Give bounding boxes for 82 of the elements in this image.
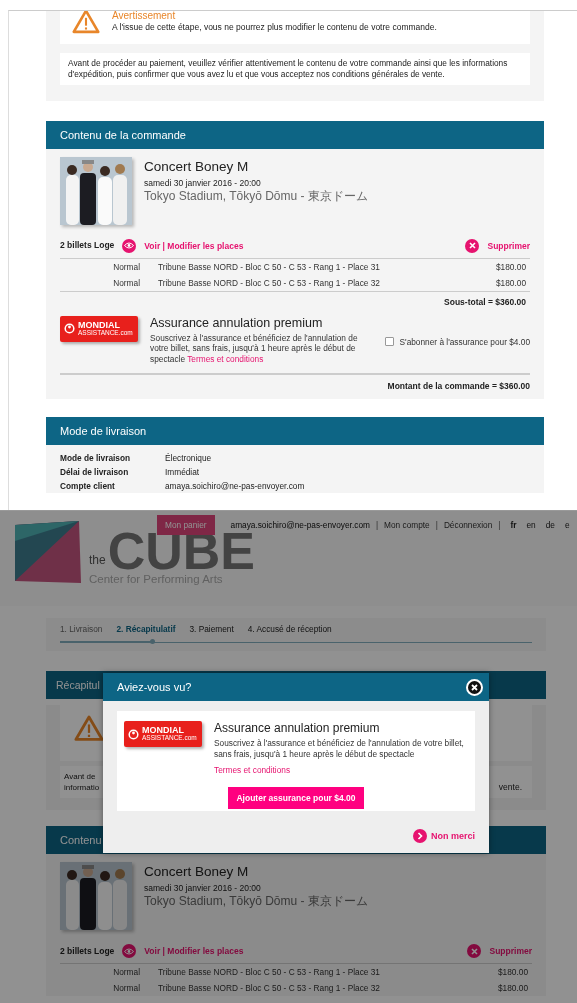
insurance-title: Assurance annulation premium — [214, 721, 381, 735]
step-tab[interactable]: 1. Livraison — [60, 624, 103, 634]
eye-icon — [122, 238, 137, 253]
edit-seats-link[interactable]: Voir | Modifier les places — [144, 240, 244, 251]
rate-cell-text: Normal — [112, 967, 140, 977]
event-venue: Tokyo Stadium, Tōkyō Dōmu - 東京ドーム — [144, 188, 368, 204]
checkbox[interactable] — [384, 337, 394, 347]
terms-link[interactable]: Termes et conditions — [214, 765, 291, 775]
warning-message: A l'issue de cette étape, vous ne pourrez plus modifier le contenu de votre commande. — [112, 22, 437, 33]
separator: | — [375, 520, 379, 530]
cart-button[interactable]: Mon panier — [157, 515, 215, 535]
language-link[interactable]: e — [564, 520, 570, 530]
language-link[interactable]: en — [526, 520, 536, 530]
close-button[interactable] — [466, 678, 483, 696]
event-title: Concert Boney M — [144, 864, 250, 880]
ticket-count: 2 billets Loge — [60, 945, 115, 957]
step-tab[interactable]: 3. Paiement — [189, 624, 234, 634]
rate-cell-text: Normal — [112, 261, 140, 272]
delete-link[interactable]: Supprimer — [489, 946, 532, 956]
terms-link[interactable]: Termes et conditions — [187, 353, 264, 364]
rate-cell-text: Normal — [112, 983, 140, 993]
separator: | — [498, 520, 501, 530]
edit-seats-link[interactable]: Voir | Modifier les places — [144, 946, 244, 956]
separator: | — [435, 520, 438, 530]
checkbox-label: S'abonner à l'assurance pour $4.00 — [399, 336, 530, 347]
price-cell: $180.00 — [496, 277, 526, 288]
step-tab[interactable]: 2. Récapitulatif — [116, 624, 176, 634]
delete-link[interactable]: Supprimer — [487, 240, 530, 251]
notice-text: Avant de procéder au paiement, veuillez vérifier attentivement le contenu de votre commande ainsi que les informations d'expédition, puis confirmer que vous avez lu et que vous acceptez nos conditions générales de vente. — [60, 52, 530, 85]
seat-cell-text: Tribune Basse NORD - Bloc C 50 - C 53 - Rang 1 - Place 31 — [157, 261, 381, 272]
chevron-icon — [413, 829, 427, 843]
logo-name: MONDIAL — [78, 320, 121, 330]
notice-text: Avant de — [64, 771, 97, 782]
step-tab[interactable]: 4. Accusé de réception — [247, 624, 332, 634]
ticket-count: 2 billets Loge — [60, 240, 115, 252]
field-label: Compte client — [60, 480, 116, 494]
warning-icon — [72, 11, 100, 34]
field-value: amaya.soichiro@ne-pas-envoyer.com — [165, 480, 306, 494]
account-link[interactable]: Mon compte — [384, 520, 430, 530]
seat-cell-text: Tribune Basse NORD - Bloc C 50 - C 53 - Rang 1 - Place 31 — [157, 967, 381, 977]
logo-prefix: the — [89, 553, 106, 567]
section-header: Mode de livraison — [46, 417, 544, 446]
section-header: Contenu de la commande — [46, 120, 544, 149]
emblem-icon — [64, 323, 75, 335]
event-date: samedi 30 janvier 2016 - 20:00 — [144, 883, 262, 894]
price-cell: $180.00 — [498, 967, 528, 977]
order-total: Montant de la commande = $360.00 — [386, 380, 530, 392]
delete-icon — [467, 944, 482, 958]
event-title: Concert Boney M — [144, 158, 250, 175]
user-email: amaya.soichiro@ne-pas-envoyer.com — [230, 520, 370, 530]
add-insurance-button[interactable]: Ajouter assurance pour $4.00 — [228, 787, 364, 809]
dialog-title: Aviez-vous vu? — [117, 681, 192, 693]
field-value: Électronique — [165, 452, 213, 466]
notice-text: vente. — [498, 782, 522, 793]
seat-cell-text: Tribune Basse NORD - Bloc C 50 - C 53 - Rang 1 - Place 32 — [157, 983, 381, 993]
field-value: Immédiat — [165, 466, 201, 480]
insurance-description: Souscrivez à l'assurance et bénéficiez de l'annulation de votre billet, sans frais, jusqu'à 1 heure après le début de spectacle — [214, 738, 464, 759]
price-cell: $180.00 — [496, 261, 526, 272]
warning-icon — [74, 715, 104, 742]
insurance-checkbox[interactable]: S'abonner à l'assurance pour $4.00 — [384, 319, 530, 365]
cube-logo-icon — [15, 521, 83, 583]
emblem-icon — [128, 728, 139, 740]
delete-icon — [465, 238, 480, 253]
insurance-title: Assurance annulation premium — [150, 315, 324, 330]
logo-name: MONDIAL — [142, 726, 184, 736]
language-link[interactable]: fr — [510, 520, 517, 530]
seat-cell-text: Tribune Basse NORD - Bloc C 50 - C 53 - Rang 1 - Place 32 — [157, 277, 381, 288]
insurance-description: Souscrivez à l'assurance et bénéficiez de l'annulation de votre billet, sans frais, jusqu'à 1 heure après le début de spectacle Termes et conditions — [150, 332, 359, 365]
eye-icon — [122, 944, 137, 958]
subtotal: Sous-total = $360.00 — [443, 295, 527, 309]
decline-link[interactable]: Non merci — [413, 829, 475, 843]
close-icon — [471, 683, 478, 691]
price-cell: $180.00 — [498, 983, 528, 993]
rate-cell-text: Normal — [112, 277, 140, 288]
event-date: samedi 30 janvier 2016 - 20:00 — [144, 177, 262, 189]
account-link[interactable]: Déconnexion — [443, 520, 493, 530]
event-venue: Tokyo Stadium, Tōkyō Dōmu - 東京ドーム — [144, 894, 368, 909]
field-label: Mode de livraison — [60, 452, 132, 466]
field-label: Délai de livraison — [60, 466, 130, 480]
notice-text: informatio — [64, 782, 100, 793]
language-link[interactable]: de — [545, 520, 555, 530]
warning-title: Avertissement — [112, 11, 177, 21]
